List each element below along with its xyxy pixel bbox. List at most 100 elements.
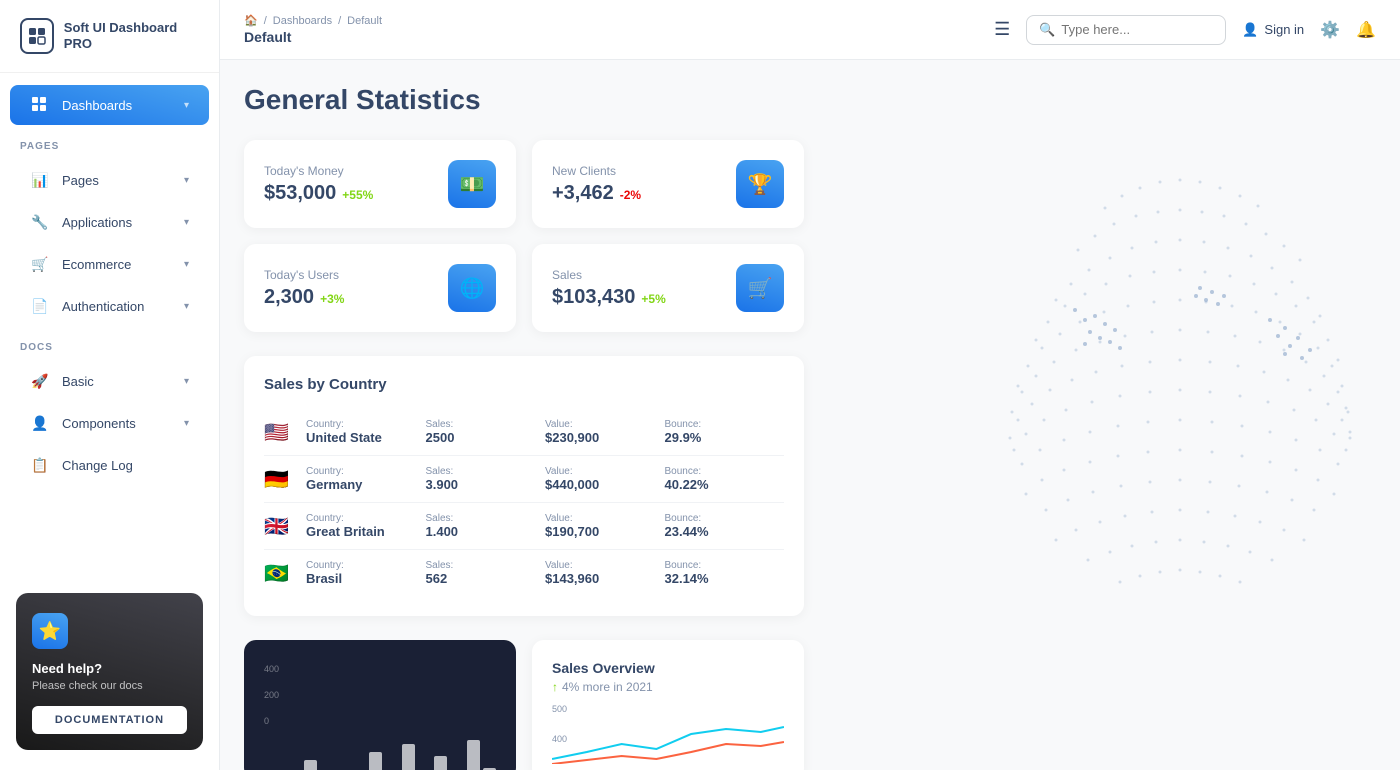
sidebar-item-basic[interactable]: 🚀 Basic ▾	[10, 361, 209, 401]
overview-chart-area	[552, 724, 784, 764]
components-icon: 👤	[30, 413, 50, 433]
stat-card-sales: Sales $103,430 +5% 🛒	[532, 244, 804, 332]
bottom-section: 400 200 0	[244, 640, 804, 770]
navbar-right: ☰ 🔍 👤 Sign in ⚙️ 🔔	[994, 15, 1376, 45]
ecommerce-chevron-icon: ▾	[184, 259, 189, 270]
country-name-gb: Great Britain	[306, 524, 426, 539]
user-icon: 👤	[1242, 22, 1258, 38]
search-box: 🔍	[1026, 15, 1226, 45]
logo-icon	[20, 18, 54, 54]
sidebar-item-components[interactable]: 👤 Components ▾	[10, 403, 209, 443]
bar-chart-bars	[264, 736, 496, 770]
y-label-200: 200	[264, 690, 279, 700]
flag-usa: 🇺🇸	[264, 420, 294, 445]
value-germany: $440,000	[545, 477, 665, 492]
country-name-usa: United State	[306, 430, 426, 445]
sidebar-item-changelog[interactable]: 📋 Change Log	[10, 445, 209, 485]
stat-icon-sales: 🛒	[736, 264, 784, 312]
sidebar-item-ecommerce[interactable]: 🛒 Ecommerce ▾	[10, 244, 209, 284]
bar-2	[304, 760, 317, 770]
chart-y-axis: 400 200 0	[264, 660, 279, 726]
sidebar-item-authentication[interactable]: 📄 Authentication ▾	[10, 286, 209, 326]
sidebar-item-pages[interactable]: 📊 Pages ▾	[10, 160, 209, 200]
breadcrumb: 🏠 / Dashboards / Default	[244, 14, 382, 27]
sidebar: Soft UI Dashboard PRO Dashboards ▾ PAGES…	[0, 0, 220, 770]
applications-icon: 🔧	[30, 212, 50, 232]
sidebar-item-label-dashboards: Dashboards	[62, 98, 132, 113]
sidebar-item-label-components: Components	[62, 416, 136, 431]
page-heading: General Statistics	[244, 84, 1376, 116]
stat-label-sales: Sales	[552, 268, 666, 282]
bar-8	[402, 744, 415, 770]
stat-icon-users: 🌐	[448, 264, 496, 312]
bar-12	[467, 740, 480, 770]
notifications-icon-button[interactable]: 🔔	[1356, 20, 1376, 40]
breadcrumb-current: Default	[347, 15, 382, 27]
search-icon: 🔍	[1039, 22, 1055, 38]
components-chevron-icon: ▾	[184, 418, 189, 429]
sales-by-country-card: Sales by Country 🇺🇸 Country: United Stat…	[244, 356, 804, 616]
stats-grid: Today's Money $53,000 +55% 💵 New Clients…	[244, 140, 804, 332]
settings-icon-button[interactable]: ⚙️	[1320, 20, 1340, 40]
sidebar-item-label-basic: Basic	[62, 374, 94, 389]
stat-value-sales: $103,430	[552, 286, 635, 309]
stat-change-money: +55%	[342, 188, 373, 202]
bounce-gb: 23.44%	[665, 524, 785, 539]
authentication-chevron-icon: ▾	[184, 301, 189, 312]
overview-sub-text: 4% more in 2021	[562, 680, 653, 694]
bounce-germany: 40.22%	[665, 477, 785, 492]
basic-icon: 🚀	[30, 371, 50, 391]
breadcrumb-dashboards[interactable]: Dashboards	[273, 15, 332, 27]
pages-chevron-icon: ▾	[184, 175, 189, 186]
breadcrumb-sep-2: /	[338, 15, 341, 27]
stat-change-users: +3%	[320, 292, 344, 306]
bounce-brasil: 32.14%	[665, 571, 785, 586]
app-name: Soft UI Dashboard PRO	[64, 20, 199, 51]
y-label-400: 400	[264, 664, 279, 674]
authentication-icon: 📄	[30, 296, 50, 316]
changelog-icon: 📋	[30, 455, 50, 475]
sidebar-section-docs: DOCS	[0, 328, 219, 359]
documentation-button[interactable]: DOCUMENTATION	[32, 706, 187, 734]
sales-germany: 3.900	[426, 477, 546, 492]
content-area: General Statistics Today's Money $53,000…	[220, 60, 1400, 770]
sales-gb: 1.400	[426, 524, 546, 539]
sales-brasil: 562	[426, 571, 546, 586]
flag-brasil: 🇧🇷	[264, 561, 294, 586]
stat-value-clients: +3,462	[552, 182, 614, 205]
search-input[interactable]	[1061, 22, 1213, 37]
sales-usa: 2500	[426, 430, 546, 445]
sales-overview-card: Sales Overview ↑ 4% more in 2021 500 400	[532, 640, 804, 770]
page-title: Default	[244, 29, 382, 45]
bar-6	[369, 752, 382, 770]
country-row-brasil: 🇧🇷 Country: Brasil Sales: 562 Value: $14…	[264, 550, 784, 596]
value-brasil: $143,960	[545, 571, 665, 586]
stat-icon-money: 💵	[448, 160, 496, 208]
flag-germany: 🇩🇪	[264, 467, 294, 492]
applications-chevron-icon: ▾	[184, 217, 189, 228]
stat-change-sales: +5%	[641, 292, 665, 306]
stat-card-clients: New Clients +3,462 -2% 🏆	[532, 140, 804, 228]
main-content: 🏠 / Dashboards / Default Default ☰ 🔍 👤 S…	[220, 0, 1400, 770]
hamburger-button[interactable]: ☰	[994, 19, 1010, 40]
sidebar-item-label-ecommerce: Ecommerce	[62, 257, 131, 272]
y-label-0: 0	[264, 716, 279, 726]
stat-card-users: Today's Users 2,300 +3% 🌐	[244, 244, 516, 332]
sidebar-item-applications[interactable]: 🔧 Applications ▾	[10, 202, 209, 242]
sidebar-item-label-pages: Pages	[62, 173, 99, 188]
sign-in-button[interactable]: 👤 Sign in	[1242, 22, 1304, 38]
country-row-gb: 🇬🇧 Country: Great Britain Sales: 1.400 V…	[264, 503, 784, 550]
pages-icon: 📊	[30, 170, 50, 190]
sign-in-label: Sign in	[1264, 22, 1304, 37]
app-logo: Soft UI Dashboard PRO	[0, 0, 219, 73]
sidebar-item-label-changelog: Change Log	[62, 458, 133, 473]
stat-card-money: Today's Money $53,000 +55% 💵	[244, 140, 516, 228]
stat-icon-clients: 🏆	[736, 160, 784, 208]
sidebar-nav: Dashboards ▾ PAGES 📊 Pages ▾ 🔧 Applicati…	[0, 73, 219, 583]
sidebar-item-dashboards[interactable]: Dashboards ▾	[10, 85, 209, 125]
dashboards-icon	[30, 95, 50, 115]
sidebar-item-left: Dashboards	[30, 95, 132, 115]
help-star-icon: ⭐	[32, 613, 68, 649]
country-name-brasil: Brasil	[306, 571, 426, 586]
globe-decoration	[930, 120, 1400, 670]
